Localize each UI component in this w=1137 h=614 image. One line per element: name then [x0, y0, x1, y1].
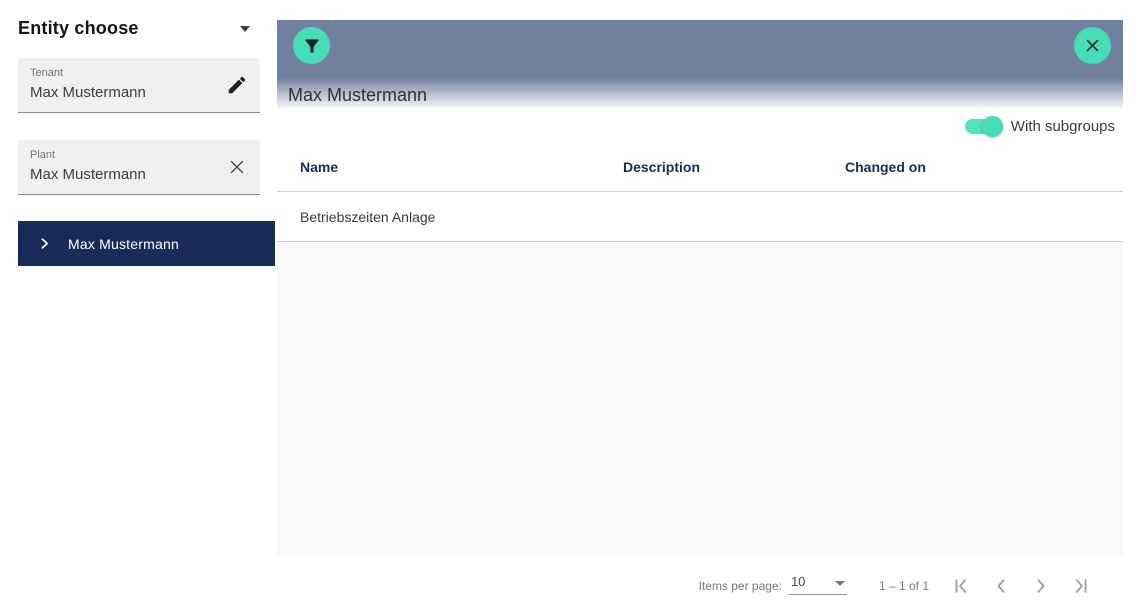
edit-pencil-icon[interactable]: [224, 72, 250, 98]
paginator: Items per page: 10 1 – 1 of 1: [277, 557, 1123, 614]
tenant-field-value: Max Mustermann: [30, 83, 224, 103]
chevron-right-icon[interactable]: [38, 237, 51, 250]
empty-content-area: [277, 243, 1123, 557]
clear-x-icon[interactable]: [224, 154, 250, 180]
select-caret-icon: [835, 581, 845, 586]
next-page-button[interactable]: [1021, 566, 1061, 606]
plant-field-label: Plant: [30, 149, 224, 162]
column-header-name: Name: [300, 159, 623, 175]
chevron-right-icon: [1031, 576, 1051, 596]
close-button[interactable]: [1074, 27, 1111, 64]
column-header-changed-on: Changed on: [845, 159, 1123, 175]
page-size-value: 10: [791, 576, 805, 588]
panel-title: Max Mustermann: [288, 85, 427, 106]
last-page-button[interactable]: [1061, 566, 1101, 606]
previous-page-button[interactable]: [981, 566, 1021, 606]
tenant-field-text: Tenant Max Mustermann: [30, 67, 224, 103]
plant-field-value: Max Mustermann: [30, 165, 224, 185]
last-page-icon: [1071, 576, 1091, 596]
items-per-page-label: Items per page:: [699, 579, 782, 593]
collapse-caret-icon[interactable]: [240, 26, 250, 32]
tree-item-max-mustermann[interactable]: Max Mustermann: [18, 221, 275, 266]
groups-panel: Max Mustermann With subgroups Name Descr…: [277, 0, 1123, 614]
table-header-row: Name Description Changed on: [277, 142, 1123, 192]
column-header-description: Description: [623, 159, 845, 175]
with-subgroups-toggle[interactable]: [965, 119, 1001, 134]
subgroups-toggle-row: With subgroups: [965, 114, 1115, 138]
tree-item-label: Max Mustermann: [68, 236, 179, 252]
tenant-field-label: Tenant: [30, 67, 224, 80]
filter-funnel-icon: [302, 36, 322, 56]
sidebar-title: Entity choose: [18, 18, 139, 39]
filter-button[interactable]: [293, 27, 330, 64]
tenant-field: Tenant Max Mustermann: [18, 58, 260, 113]
page-size-select[interactable]: 10: [789, 576, 847, 595]
paginator-range-label: 1 – 1 of 1: [879, 579, 929, 593]
first-page-icon: [951, 576, 971, 596]
chevron-left-icon: [991, 576, 1011, 596]
plant-field: Plant Max Mustermann: [18, 140, 260, 195]
toggle-thumb: [982, 116, 1003, 137]
close-x-icon: [1084, 37, 1101, 54]
with-subgroups-label: With subgroups: [1011, 118, 1115, 135]
row-name-cell: Betriebszeiten Anlage: [300, 209, 623, 225]
entity-sidebar: Entity choose Tenant Max Mustermann Plan…: [0, 0, 277, 614]
table-row[interactable]: Betriebszeiten Anlage: [277, 192, 1123, 242]
sidebar-header: Entity choose: [18, 18, 258, 39]
plant-field-text: Plant Max Mustermann: [30, 149, 224, 185]
first-page-button[interactable]: [941, 566, 981, 606]
